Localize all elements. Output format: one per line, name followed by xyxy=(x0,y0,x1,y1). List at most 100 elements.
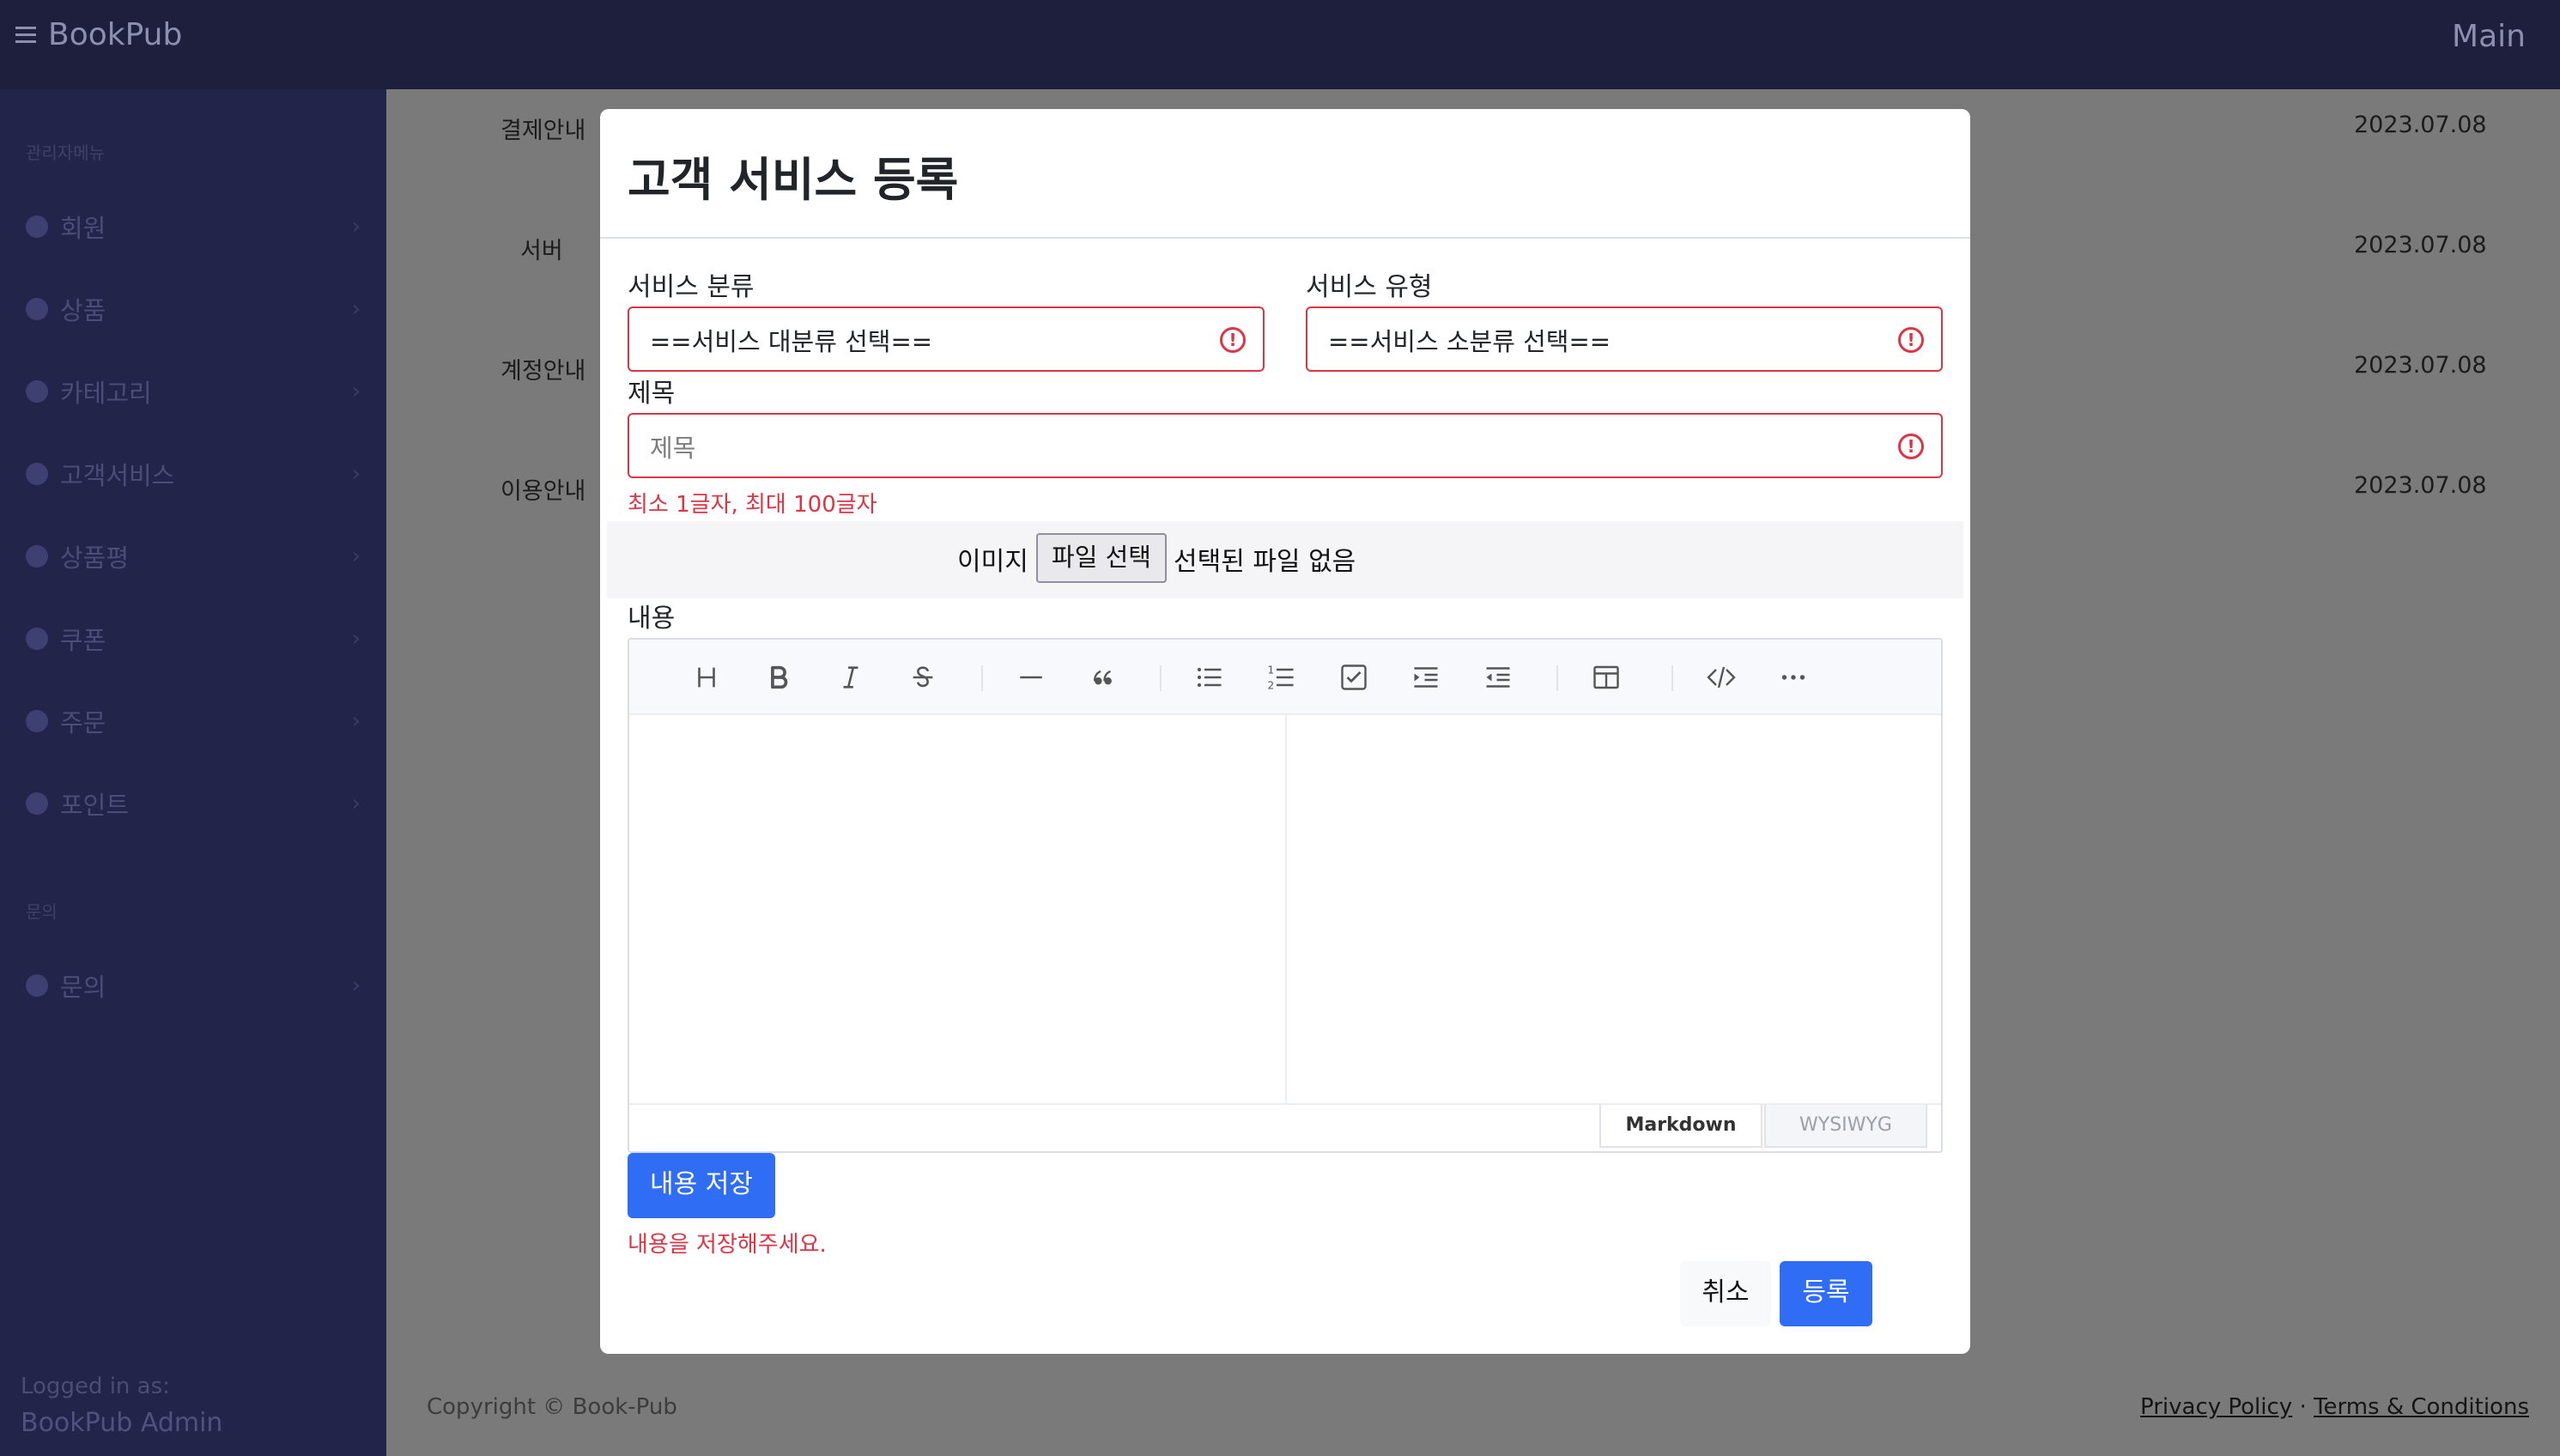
save-content-button[interactable]: 내용 저장 xyxy=(628,1153,775,1218)
strikethrough-icon[interactable] xyxy=(904,658,942,696)
list-item-date: 2023.07.08 xyxy=(2354,232,2487,258)
heading-icon[interactable] xyxy=(688,658,725,696)
modal-header-divider xyxy=(600,237,1970,239)
modal-title: 고객 서비스 등록 xyxy=(628,153,959,207)
subject-label: 제목 xyxy=(628,379,676,409)
footer-separator: · xyxy=(2299,1394,2307,1420)
subject-placeholder: 제목 xyxy=(650,434,696,463)
file-choose-button[interactable]: 파일 선택 xyxy=(1036,533,1167,583)
logged-in-user: BookPub Admin xyxy=(21,1408,223,1438)
sidebar-item-orders[interactable]: 주문 › xyxy=(26,695,361,747)
point-icon xyxy=(26,792,48,815)
error-icon: ! xyxy=(1220,327,1246,353)
nav-main-link[interactable]: Main xyxy=(2452,19,2526,54)
sidebar-item-label: 쿠폰 xyxy=(60,626,106,655)
numbered-list-icon[interactable]: 12 xyxy=(1263,658,1301,696)
error-icon: ! xyxy=(1898,327,1924,353)
bullet-list-icon[interactable] xyxy=(1191,658,1228,696)
toolbar-divider xyxy=(981,665,983,691)
markdown-pane[interactable] xyxy=(629,715,1285,1103)
sidebar-item-label: 포인트 xyxy=(60,791,130,820)
file-status: 선택된 파일 없음 xyxy=(1174,547,1356,577)
footer-links: Privacy Policy · Terms & Conditions xyxy=(2140,1394,2529,1420)
indent-icon[interactable] xyxy=(1407,658,1445,696)
ticket-icon xyxy=(26,628,48,650)
task-list-icon[interactable] xyxy=(1335,658,1373,696)
review-icon xyxy=(26,545,48,567)
chevron-right-icon: › xyxy=(351,973,361,998)
brand-label: BookPub xyxy=(48,17,183,52)
terms-link[interactable]: Terms & Conditions xyxy=(2314,1394,2529,1420)
sidebar-item-customer-service[interactable]: 고객서비스 › xyxy=(26,448,361,500)
logged-in-label: Logged in as: xyxy=(21,1374,170,1399)
preview-pane xyxy=(1287,715,1941,1103)
wysiwyg-mode-tab[interactable]: WYSIWYG xyxy=(1764,1105,1927,1148)
chevron-right-icon: › xyxy=(351,791,361,816)
cart-icon xyxy=(26,710,48,732)
sidebar-item-label: 고객서비스 xyxy=(60,461,175,490)
quote-icon[interactable] xyxy=(1084,658,1122,696)
sidebar-item-label: 상품평 xyxy=(60,543,130,573)
chevron-right-icon: › xyxy=(351,214,361,240)
cancel-button[interactable]: 취소 xyxy=(1680,1261,1771,1326)
toolbar-divider xyxy=(1160,665,1162,691)
hash-icon xyxy=(26,380,48,403)
category-select-value: ==서비스 대분류 선택== xyxy=(650,327,933,356)
bold-icon[interactable] xyxy=(760,658,798,696)
chevron-right-icon: › xyxy=(351,461,361,487)
markdown-mode-tab[interactable]: Markdown xyxy=(1599,1105,1762,1148)
list-item-title[interactable]: 결제안내 xyxy=(500,112,585,145)
submit-button[interactable]: 등록 xyxy=(1780,1261,1872,1326)
list-item-date: 2023.07.08 xyxy=(2354,352,2487,379)
toolbar-divider xyxy=(1671,665,1673,691)
list-item-title[interactable]: 이용안내 xyxy=(500,472,585,506)
sidebar-item-inquiry[interactable]: 문의 › xyxy=(26,960,361,1011)
markdown-editor: 12 Markdown WYSIWYG xyxy=(628,638,1943,1153)
type-label: 서비스 유형 xyxy=(1306,272,1433,302)
list-item-title[interactable]: 계정안내 xyxy=(500,352,585,385)
sidebar-item-points[interactable]: 포인트 › xyxy=(26,778,361,829)
sidebar-item-members[interactable]: 회원 › xyxy=(26,201,361,252)
category-select[interactable]: ==서비스 대분류 선택== ! xyxy=(628,306,1265,372)
code-icon[interactable] xyxy=(1702,658,1740,696)
sidebar-item-coupons[interactable]: 쿠폰 › xyxy=(26,613,361,664)
sidebar-item-label: 문의 xyxy=(60,973,106,1002)
chevron-right-icon: › xyxy=(351,296,361,322)
list-item-date: 2023.07.08 xyxy=(2354,112,2487,138)
sidebar-item-label: 카테고리 xyxy=(60,379,152,408)
sidebar-heading-admin: 관리자메뉴 xyxy=(26,143,105,163)
chevron-right-icon: › xyxy=(351,379,361,404)
brand[interactable]: BookPub xyxy=(15,17,182,52)
subject-input[interactable]: 제목 ! xyxy=(628,413,1943,478)
user-icon xyxy=(26,215,48,238)
type-select[interactable]: ==서비스 소분류 선택== ! xyxy=(1306,306,1943,372)
chevron-right-icon: › xyxy=(351,708,361,734)
sidebar-item-products[interactable]: 상품 › xyxy=(26,283,361,335)
footer-copyright: Copyright © Book-Pub xyxy=(427,1394,677,1420)
sidebar-item-label: 주문 xyxy=(60,708,106,737)
chevron-right-icon: › xyxy=(351,543,361,569)
sidebar-item-label: 상품 xyxy=(60,296,106,325)
chevron-right-icon: › xyxy=(351,626,361,652)
subject-error: 최소 1글자, 최대 100글자 xyxy=(628,492,877,518)
italic-icon[interactable] xyxy=(832,658,870,696)
sidebar-item-label: 회원 xyxy=(60,214,106,243)
toolbar-divider xyxy=(1556,665,1558,691)
table-icon[interactable] xyxy=(1587,658,1625,696)
sidebar-item-reviews[interactable]: 상품평 › xyxy=(26,531,361,582)
book-icon xyxy=(26,298,48,320)
list-item-title[interactable]: 서버 xyxy=(520,232,563,265)
hamburger-menu-icon[interactable] xyxy=(15,26,36,44)
horizontal-rule-icon[interactable] xyxy=(1012,658,1050,696)
error-icon: ! xyxy=(1898,434,1924,459)
sidebar-heading-inquiry: 문의 xyxy=(26,901,58,922)
sidebar-item-category[interactable]: 카테고리 › xyxy=(26,366,361,417)
content-error: 내용을 저장해주세요. xyxy=(628,1232,827,1258)
outdent-icon[interactable] xyxy=(1479,658,1517,696)
register-service-modal: 고객 서비스 등록 서비스 분류 ==서비스 대분류 선택== ! 서비스 유형… xyxy=(600,109,1970,1354)
editor-toolbar: 12 xyxy=(629,640,1941,715)
editor-mode-switch: Markdown WYSIWYG xyxy=(629,1103,1941,1151)
more-icon[interactable] xyxy=(1774,658,1812,696)
privacy-policy-link[interactable]: Privacy Policy xyxy=(2140,1394,2292,1420)
type-select-value: ==서비스 소분류 선택== xyxy=(1328,327,1611,356)
